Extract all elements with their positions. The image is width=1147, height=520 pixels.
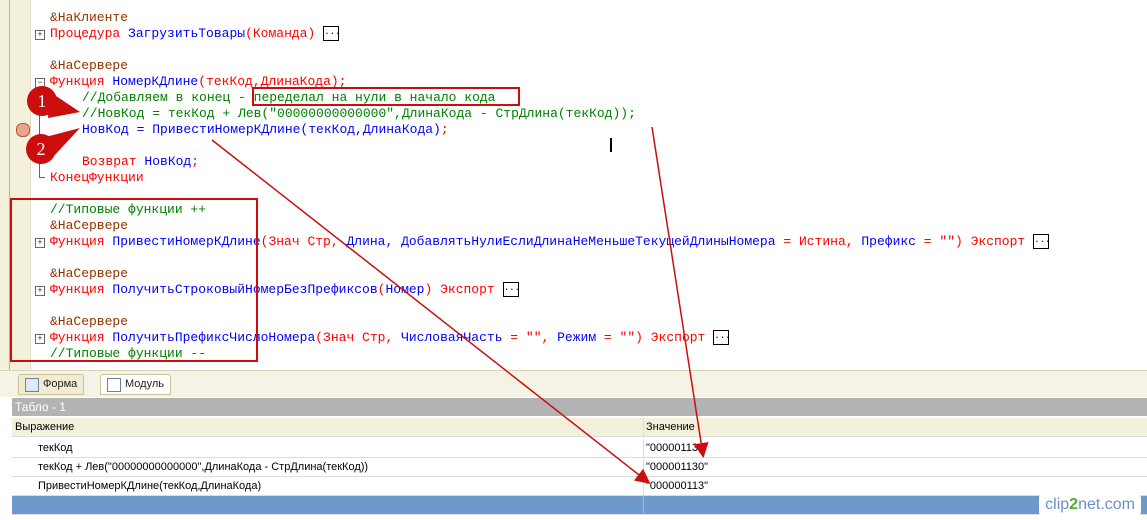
annotation-overlay <box>10 87 709 484</box>
highlight-box <box>252 87 520 106</box>
callout-badge-1: 1 <box>27 86 57 116</box>
highlight-box <box>10 198 258 362</box>
arrow <box>651 126 709 458</box>
callout-badge-2: 2 <box>26 134 56 164</box>
arrow <box>211 139 651 484</box>
